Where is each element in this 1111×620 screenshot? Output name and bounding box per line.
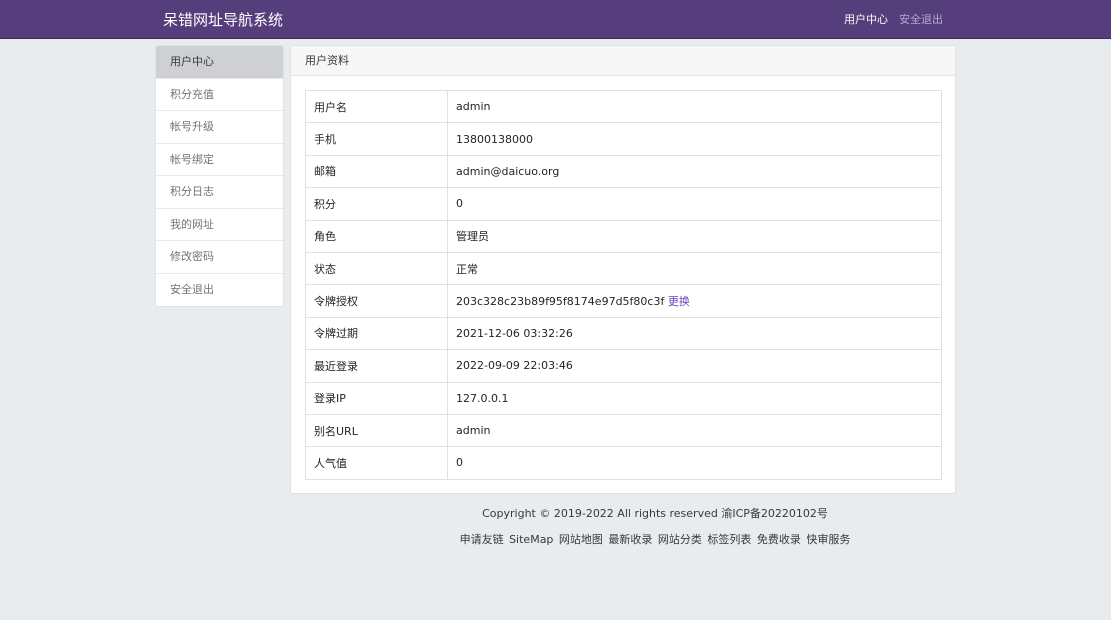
footer-link-sitemap[interactable]: SiteMap [509, 533, 553, 546]
footer-link-categories[interactable]: 网站分类 [658, 533, 702, 546]
field-value-token: 203c328c23b89f95f8174e97d5f80c3f [456, 295, 665, 309]
field-value-phone: 13800138000 [447, 122, 942, 156]
profile-table: 用户名 admin 手机 13800138000 邮箱 admin@daicuo… [305, 89, 942, 480]
field-value-points: 0 [447, 187, 942, 221]
table-row: 令牌授权 203c328c23b89f95f8174e97d5f80c3f 更换 [305, 284, 942, 318]
field-label-username: 用户名 [305, 89, 448, 124]
site-brand[interactable]: 呆错网址导航系统 [163, 10, 283, 30]
table-row: 最近登录 2022-09-09 22:03:46 [305, 349, 942, 383]
profile-card-title: 用户资料 [291, 46, 955, 76]
sidebar-menu: 用户中心 积分充值 帐号升级 帐号绑定 积分日志 我的网址 修改密码 安全退出 [155, 45, 284, 307]
field-label-email: 邮箱 [305, 154, 448, 189]
field-value-username: admin [447, 89, 942, 124]
field-value-last-login: 2022-09-09 22:03:46 [447, 349, 942, 383]
footer-link-fast-review[interactable]: 快审服务 [806, 533, 850, 546]
nav-user-center[interactable]: 用户中心 [844, 12, 888, 28]
sidebar-item-change-password[interactable]: 修改密码 [156, 241, 283, 274]
table-row: 登录IP 127.0.0.1 [305, 381, 942, 415]
field-value-token-cell: 203c328c23b89f95f8174e97d5f80c3f 更换 [447, 284, 942, 318]
table-row: 令牌过期 2021-12-06 03:32:26 [305, 316, 942, 351]
field-value-role: 管理员 [447, 219, 942, 253]
footer-link-tags[interactable]: 标签列表 [707, 533, 751, 546]
table-row: 角色 管理员 [305, 219, 942, 253]
sidebar-item-account-upgrade[interactable]: 帐号升级 [156, 111, 283, 144]
field-label-phone: 手机 [305, 122, 448, 156]
field-label-last-login: 最近登录 [305, 349, 448, 383]
sidebar-item-my-sites[interactable]: 我的网址 [156, 209, 283, 241]
table-row: 邮箱 admin@daicuo.org [305, 154, 942, 189]
footer-link-free-submit[interactable]: 免费收录 [757, 533, 801, 546]
header-nav: 用户中心 安全退出 [844, 12, 943, 28]
table-row: 手机 13800138000 [305, 122, 942, 156]
table-row: 积分 0 [305, 187, 942, 221]
field-label-alias-url: 别名URL [305, 413, 448, 448]
table-row: 状态 正常 [305, 251, 942, 286]
sidebar-item-points-recharge[interactable]: 积分充值 [156, 79, 283, 111]
field-label-role: 角色 [305, 219, 448, 253]
field-label-token-expiry: 令牌过期 [305, 316, 448, 351]
field-label-popularity: 人气值 [305, 446, 448, 480]
field-value-alias-url: admin [447, 413, 942, 448]
table-row: 用户名 admin [305, 89, 942, 124]
footer-copyright: Copyright © 2019-2022 All rights reserve… [482, 507, 828, 520]
field-value-email: admin@daicuo.org [447, 154, 942, 189]
table-row: 别名URL admin [305, 413, 942, 448]
footer-link-friend-link[interactable]: 申请友链 [460, 533, 504, 546]
footer-link-site-map[interactable]: 网站地图 [559, 533, 603, 546]
field-value-token-expiry: 2021-12-06 03:32:26 [447, 316, 942, 351]
sidebar-item-user-center[interactable]: 用户中心 [156, 46, 283, 79]
field-value-popularity: 0 [447, 446, 942, 480]
footer-link-latest[interactable]: 最新收录 [608, 533, 652, 546]
field-label-token: 令牌授权 [305, 284, 448, 318]
field-label-status: 状态 [305, 251, 448, 286]
top-navbar: 呆错网址导航系统 用户中心 安全退出 [0, 0, 1111, 39]
table-row: 人气值 0 [305, 446, 942, 480]
sidebar-item-account-binding[interactable]: 帐号绑定 [156, 144, 283, 176]
token-refresh-link[interactable]: 更换 [668, 295, 690, 308]
footer-links: 申请友链 SiteMap 网站地图 最新收录 网站分类 标签列表 免费收录 快审… [290, 531, 1020, 547]
sidebar-item-logout[interactable]: 安全退出 [156, 274, 283, 307]
nav-logout[interactable]: 安全退出 [899, 12, 943, 28]
field-value-login-ip: 127.0.0.1 [447, 381, 942, 415]
field-label-points: 积分 [305, 187, 448, 221]
field-value-status: 正常 [447, 251, 942, 286]
profile-card: 用户资料 用户名 admin 手机 13800138000 邮箱 admin@d… [290, 45, 956, 494]
field-label-login-ip: 登录IP [305, 381, 448, 415]
sidebar-item-points-log[interactable]: 积分日志 [156, 176, 283, 209]
